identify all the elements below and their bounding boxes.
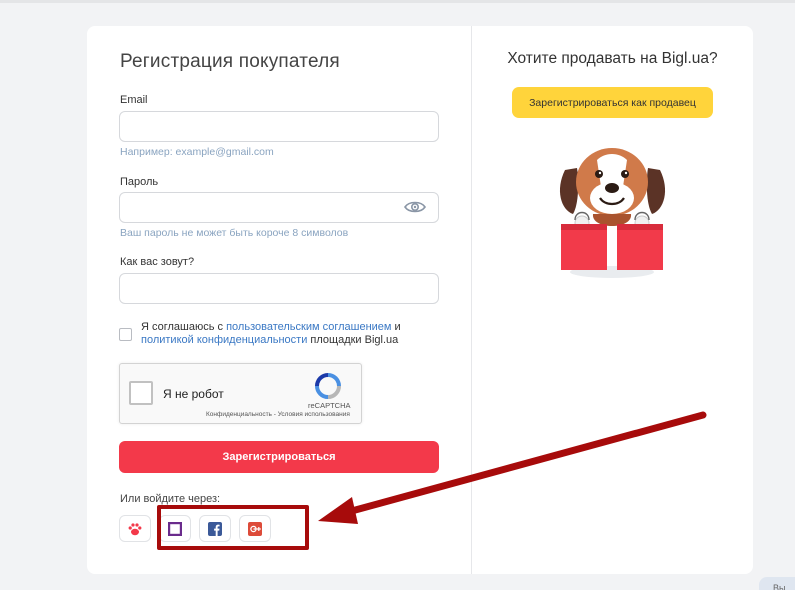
recaptcha-brand: reCAPTCHA <box>308 401 351 410</box>
eye-icon[interactable] <box>404 199 426 215</box>
agree-prefix: Я соглашаюсь с <box>141 321 227 333</box>
register-seller-button[interactable]: Зарегистрироваться как продавец <box>512 87 713 118</box>
annotation-highlight-box <box>157 505 309 550</box>
agree-text: Я соглашаюсь с пользовательским соглашен… <box>141 321 431 347</box>
chat-tab[interactable]: Вы <box>759 577 795 590</box>
agree-suffix: площадки Bigl.ua <box>307 334 399 346</box>
page-title: Регистрация покупателя <box>120 51 340 72</box>
password-hint: Ваш пароль не может быть короче 8 символ… <box>120 227 349 239</box>
email-field[interactable] <box>119 111 439 142</box>
email-hint: Например: example@gmail.com <box>120 146 274 158</box>
recaptcha-links[interactable]: Конфиденциальность - Условия использован… <box>206 411 350 418</box>
card-divider <box>471 26 472 574</box>
password-field[interactable] <box>119 192 439 223</box>
recaptcha-label: Я не робот <box>163 387 224 401</box>
top-bar <box>0 0 795 3</box>
name-field[interactable] <box>119 273 439 304</box>
recaptcha-checkbox[interactable] <box>129 381 153 405</box>
recaptcha-icon <box>315 373 341 399</box>
or-login-label: Или войдите через: <box>120 493 221 505</box>
agree-checkbox[interactable] <box>119 328 132 341</box>
paw-icon <box>128 522 142 535</box>
privacy-policy-link[interactable]: политикой конфиденциальности <box>141 334 307 346</box>
email-label: Email <box>120 94 148 106</box>
user-agreement-link[interactable]: пользовательским соглашением <box>226 321 391 333</box>
register-button[interactable]: Зарегистрироваться <box>119 441 439 473</box>
dog-mascot-icon <box>559 148 666 278</box>
name-label: Как вас зовут? <box>120 256 195 268</box>
recaptcha-widget: Я не робот reCAPTCHA Конфиденциальность … <box>119 363 362 424</box>
password-label: Пароль <box>120 176 159 188</box>
seller-title: Хотите продавать на Bigl.ua? <box>507 50 718 67</box>
social-login-bigl[interactable] <box>119 515 151 542</box>
agree-mid: и <box>391 321 401 333</box>
